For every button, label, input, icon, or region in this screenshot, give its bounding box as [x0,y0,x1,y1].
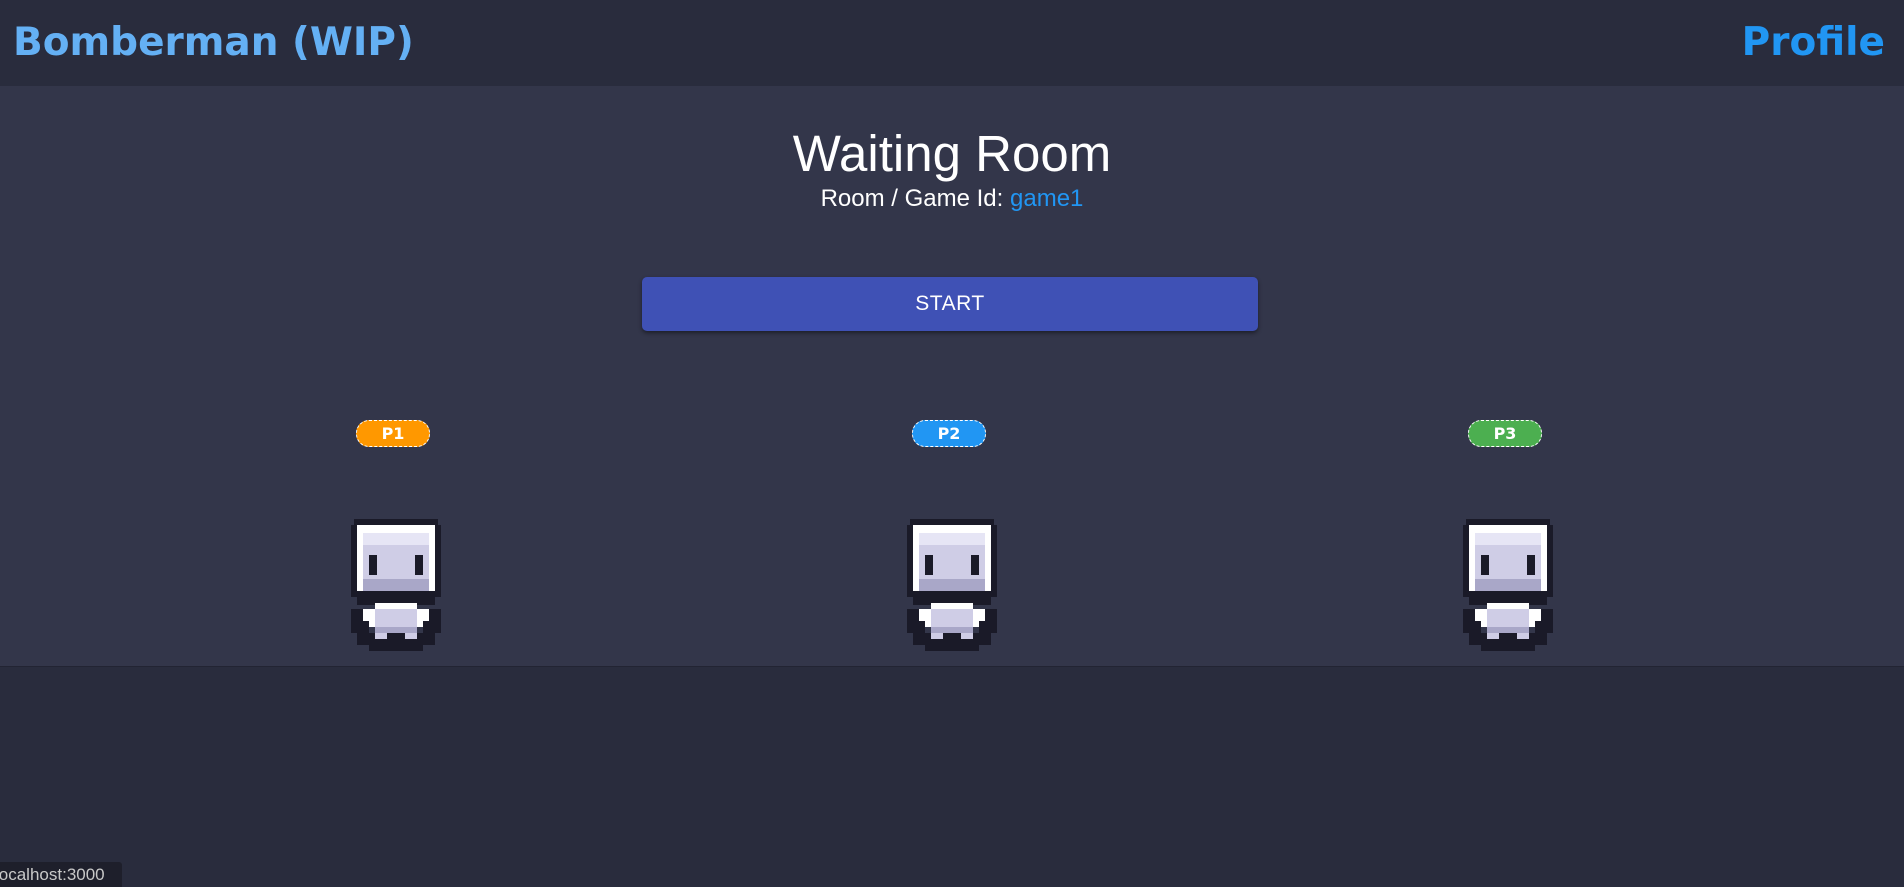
sprite-pixel [985,609,997,633]
sprite-pixel [931,627,973,633]
sprite-pixel [417,609,429,621]
sprite-pixel [1487,633,1499,639]
sprite-pixel [354,519,438,525]
sprite-pixel [1475,533,1541,545]
player-badge-p2: P2 [912,420,986,447]
sprite-pixel [971,555,979,575]
sprite-pixel [925,555,933,575]
sprite-pixel [961,633,973,639]
sprite-pixel [375,633,387,639]
profile-link[interactable]: Profile [1742,18,1885,68]
sprite-pixel [363,609,375,621]
sprite-pixel [979,621,985,633]
sprite-pixel [423,621,429,633]
sprite-pixel [913,591,991,597]
sprite-pixel [1469,633,1547,645]
bomberman-sprite-icon [907,519,997,651]
top-navbar: Bomberman (WIP) Profile [0,0,1904,86]
sprite-pixel [415,555,423,575]
sprite-pixel [351,609,363,633]
sprite-pixel [907,609,919,633]
sprite-pixel [369,555,377,575]
player-slot-p2: P2 [890,420,1010,660]
sprite-pixel [1475,621,1481,633]
room-id-line: Room / Game Id: game1 [0,184,1904,214]
sprite-pixel [363,533,429,545]
sprite-pixel [913,633,991,645]
sprite-pixel [1529,609,1541,621]
game-id-value: game1 [1010,185,1084,212]
sprite-pixel [1469,591,1547,597]
sprite-pixel [1481,645,1535,651]
sprite-pixel [1487,603,1529,609]
sprite-pixel [919,609,931,621]
sprite-pixel [1517,633,1529,639]
sprite-pixel [1487,627,1529,633]
sprite-pixel [931,603,973,609]
sprite-pixel [1475,609,1487,621]
sprite-pixel [1541,609,1553,633]
sprite-pixel [375,627,417,633]
sprite-pixel [1463,609,1475,633]
sprite-pixel [363,579,429,591]
sprite-pixel [910,519,994,525]
sprite-pixel [357,525,435,533]
status-bar-url: localhost:3000 [0,862,122,887]
sprite-pixel [363,621,369,633]
sprite-pixel [1481,555,1489,575]
sprite-pixel [919,579,985,591]
sprite-pixel [357,591,435,597]
page-title: Waiting Room [792,125,1112,182]
sprite-pixel [925,645,979,651]
sprite-pixel [1466,519,1550,525]
player-badge-p1: P1 [356,420,430,447]
sprite-pixel [1469,525,1547,533]
start-button[interactable]: START [642,277,1258,331]
sprite-pixel [919,533,985,545]
bomberman-sprite-icon [351,519,441,651]
room-id-label: Room / Game Id: [820,185,1004,212]
sprite-pixel [1475,579,1541,591]
sprite-pixel [931,633,943,639]
player-badge-p3: P3 [1468,420,1542,447]
player-slot-p3: P3 [1446,420,1566,660]
sprite-pixel [429,609,441,633]
sprite-pixel [1535,621,1541,633]
sprite-pixel [375,603,417,609]
bomberman-sprite-icon [1463,519,1553,651]
sprite-pixel [369,645,423,651]
sprite-pixel [919,621,925,633]
sprite-pixel [357,633,435,645]
waiting-room-panel: Waiting Room Room / Game Id: game1 START… [0,86,1904,667]
sprite-pixel [913,525,991,533]
sprite-pixel [405,633,417,639]
brand-link[interactable]: Bomberman (WIP) [13,18,414,68]
player-slot-p1: P1 [334,420,454,660]
sprite-pixel [1527,555,1535,575]
sprite-pixel [973,609,985,621]
